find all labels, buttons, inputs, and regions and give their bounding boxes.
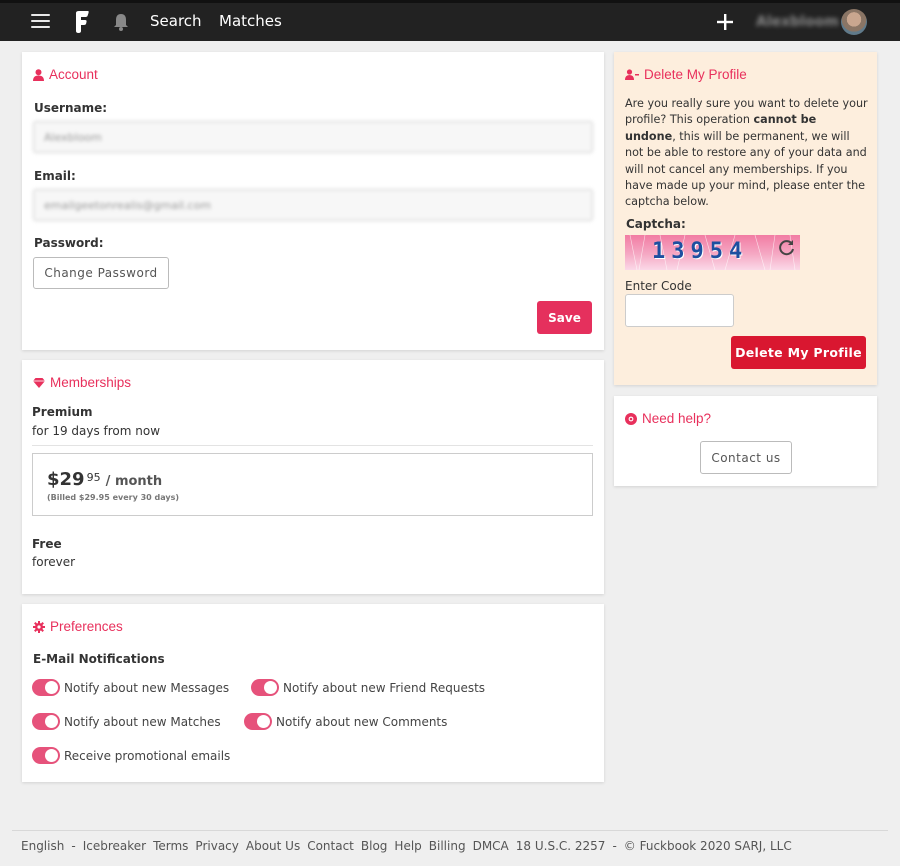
price: $29 95 / month	[47, 469, 162, 490]
warning-text-before: Are you really sure you want to delete y…	[625, 97, 868, 127]
help-title: Need help?	[642, 411, 712, 426]
captcha-image: 13954	[625, 235, 800, 270]
save-button[interactable]: Save	[537, 301, 592, 334]
preferences-card: Preferences E-Mail Notifications Notify …	[22, 604, 604, 782]
footer-copyright: © Fuckbook 2020 SARJ, LLC	[623, 839, 792, 853]
toggle-switch-comments[interactable]	[244, 713, 272, 730]
password-label: Password:	[34, 236, 104, 250]
footer-link-icebreaker[interactable]: Icebreaker	[83, 839, 146, 853]
top-navbar: Search Matches Alexbloom	[0, 0, 900, 41]
memberships-card: Memberships Premium for 19 days from now…	[22, 360, 604, 594]
footer-separator: -	[71, 839, 76, 853]
nav-link-matches[interactable]: Matches	[219, 12, 282, 30]
account-heading: Account	[33, 67, 98, 82]
email-notifications-heading: E-Mail Notifications	[33, 652, 165, 666]
footer-divider	[12, 830, 888, 831]
footer-link-blog[interactable]: Blog	[361, 839, 388, 853]
memberships-heading: Memberships	[33, 375, 131, 390]
toggle-label: Notify about new Friend Requests	[283, 680, 486, 695]
contact-us-button[interactable]: Contact us	[700, 441, 792, 474]
footer-language[interactable]: English	[21, 839, 64, 853]
toggle-row-comments[interactable]: Notify about new Comments	[244, 713, 447, 730]
captcha-code-input[interactable]	[625, 294, 734, 327]
plan-name-premium: Premium	[32, 405, 93, 419]
hamburger-menu-icon[interactable]	[31, 14, 50, 30]
toggle-label: Notify about new Matches	[64, 714, 221, 729]
username-input[interactable]	[33, 121, 593, 153]
bell-icon[interactable]	[113, 12, 129, 32]
username-label[interactable]: Alexbloom	[756, 14, 839, 30]
memberships-title: Memberships	[50, 375, 132, 390]
footer-link-terms[interactable]: Terms	[153, 839, 188, 853]
delete-profile-title: Delete My Profile	[644, 67, 747, 82]
toggle-switch-friend-requests[interactable]	[251, 679, 279, 696]
captcha-label: Captcha:	[626, 217, 686, 231]
plus-icon[interactable]	[716, 13, 734, 31]
preferences-heading: Preferences	[33, 619, 123, 634]
divider	[32, 445, 593, 446]
user-icon	[33, 68, 44, 81]
email-input[interactable]	[33, 189, 593, 221]
toggle-label: Notify about new Messages	[64, 680, 230, 695]
enter-code-label: Enter Code	[625, 279, 692, 293]
user-avatar[interactable]	[841, 9, 867, 35]
diamond-icon	[33, 377, 45, 388]
billing-note: (Billed $29.95 every 30 days)	[47, 493, 180, 502]
price-dollars: $29	[47, 469, 85, 490]
delete-profile-button[interactable]: Delete My Profile	[731, 336, 866, 369]
footer: English - Icebreaker Terms Privacy About…	[21, 839, 792, 853]
preferences-title: Preferences	[50, 619, 123, 634]
f-logo-icon[interactable]	[72, 10, 90, 34]
nav-link-search[interactable]: Search	[150, 12, 202, 30]
toggle-switch-messages[interactable]	[32, 679, 60, 696]
price-period: / month	[105, 474, 163, 489]
plan-desc-premium: for 19 days from now	[32, 424, 161, 438]
lifebuoy-icon	[625, 412, 637, 425]
toggle-label: Notify about new Comments	[276, 714, 448, 729]
username-label: Username:	[34, 101, 108, 115]
toggle-label: Receive promotional emails	[64, 748, 231, 763]
delete-profile-heading: Delete My Profile	[625, 67, 747, 82]
footer-link-2257[interactable]: 18 U.S.C. 2257	[516, 839, 606, 853]
toggle-switch-promotional[interactable]	[32, 747, 60, 764]
toggle-row-matches[interactable]: Notify about new Matches	[32, 713, 221, 730]
footer-separator: -	[612, 839, 617, 853]
account-card: Account Username: Email: Password: Chang…	[22, 52, 604, 350]
footer-link-dmca[interactable]: DMCA	[473, 839, 509, 853]
premium-price-box[interactable]: $29 95 / month (Billed $29.95 every 30 da…	[32, 453, 593, 516]
toggle-row-promotional[interactable]: Receive promotional emails	[32, 747, 230, 764]
user-minus-icon	[625, 69, 639, 80]
gear-icon	[33, 620, 45, 633]
help-card: Need help? Contact us	[614, 396, 877, 486]
email-label: Email:	[34, 169, 76, 183]
help-heading: Need help?	[625, 411, 711, 426]
price-cents: 95	[86, 471, 101, 484]
delete-warning-text: Are you really sure you want to delete y…	[625, 96, 870, 211]
footer-link-billing[interactable]: Billing	[429, 839, 466, 853]
footer-link-privacy[interactable]: Privacy	[195, 839, 238, 853]
plan-name-free: Free	[32, 537, 62, 551]
toggle-row-friend-requests[interactable]: Notify about new Friend Requests	[251, 679, 485, 696]
toggle-switch-matches[interactable]	[32, 713, 60, 730]
footer-link-about-us[interactable]: About Us	[246, 839, 300, 853]
delete-profile-card: Delete My Profile Are you really sure yo…	[614, 52, 877, 385]
footer-link-contact[interactable]: Contact	[307, 839, 354, 853]
plan-desc-free: forever	[32, 555, 76, 569]
account-title: Account	[49, 67, 98, 82]
toggle-row-messages[interactable]: Notify about new Messages	[32, 679, 229, 696]
refresh-icon[interactable]	[778, 239, 796, 257]
change-password-button[interactable]: Change Password	[33, 257, 169, 289]
captcha-code: 13954	[652, 239, 749, 264]
footer-link-help[interactable]: Help	[394, 839, 421, 853]
